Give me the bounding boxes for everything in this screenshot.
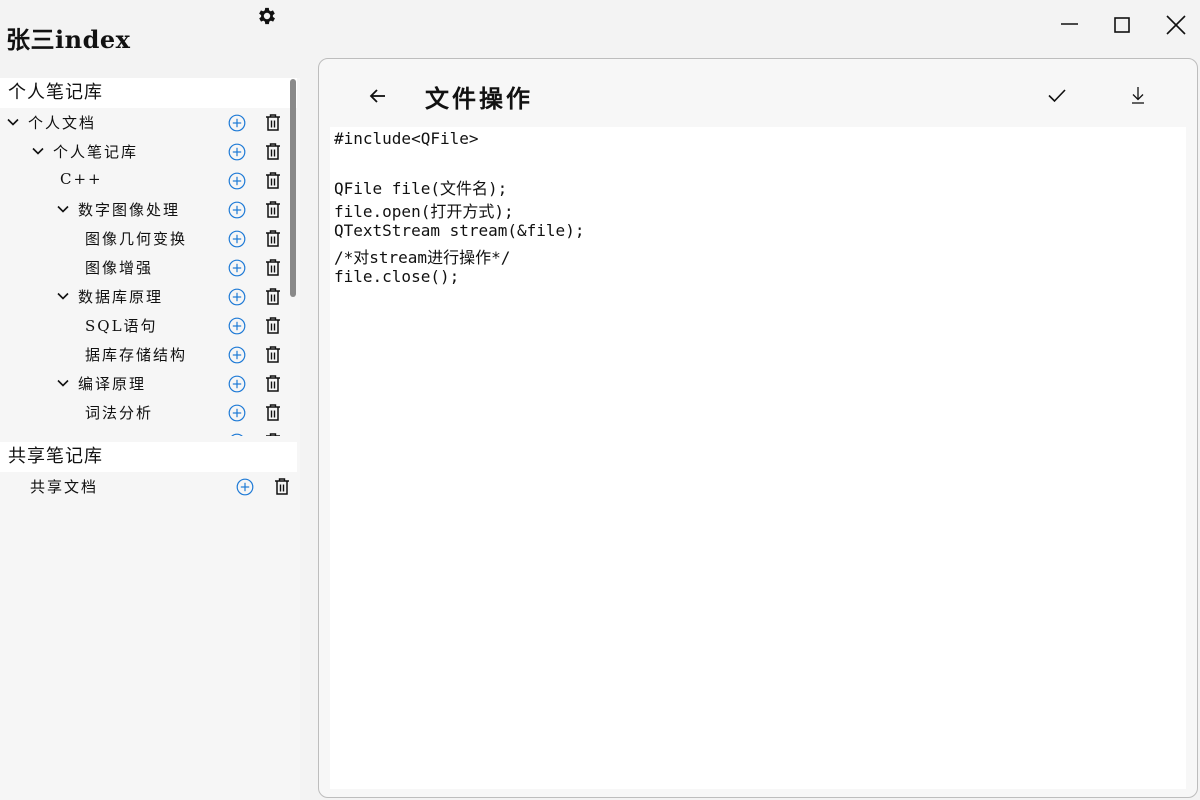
tree-item-shared-docs[interactable]: 共享文档 <box>0 472 300 502</box>
plus-circle-icon[interactable] <box>228 143 246 161</box>
tree-item[interactable]: 图像增强 <box>0 253 288 282</box>
trash-icon[interactable] <box>264 229 282 248</box>
code-line: file.open(打开方式); <box>334 202 514 221</box>
scrollbar-thumb[interactable] <box>290 79 296 297</box>
tree-item-label: 个人笔记库 <box>53 143 139 161</box>
code-line: QTextStream stream(&file); <box>334 221 585 240</box>
arrow-left-icon[interactable] <box>367 85 389 107</box>
tree-item[interactable]: 词法分析 <box>0 398 288 427</box>
minimize-icon[interactable] <box>1052 8 1088 42</box>
tree-item-label: 个人文档 <box>28 114 97 132</box>
tree-item-label: 图像几何变换 <box>85 230 188 248</box>
sidebar-scrollbar[interactable] <box>289 78 297 436</box>
trash-icon[interactable] <box>264 316 282 335</box>
chevron-down-icon[interactable] <box>56 202 70 216</box>
chevron-down-icon[interactable] <box>56 376 70 390</box>
tree-item-label: SQL语句 <box>85 317 158 335</box>
tree-item-partial[interactable] <box>0 427 288 436</box>
chevron-down-icon[interactable] <box>56 289 70 303</box>
plus-circle-icon[interactable] <box>228 201 246 219</box>
code-line: /*对stream进行操作*/ <box>334 248 511 267</box>
tree-item[interactable]: 据库存储结构 <box>0 340 288 369</box>
chevron-down-icon[interactable] <box>31 144 45 158</box>
plus-circle-icon[interactable] <box>228 404 246 422</box>
plus-circle-icon[interactable] <box>228 288 246 306</box>
trash-icon[interactable] <box>264 345 282 364</box>
personal-library-header[interactable]: 个人笔记库 <box>0 78 297 108</box>
tree-item[interactable]: 个人文档 <box>0 108 288 137</box>
app-window: 张三index 个人笔记库 个人文档 个人笔记库 C++ 数字图像处理 图像几何变换 图像… <box>0 0 1200 800</box>
code-line: QFile file(文件名); <box>334 179 508 198</box>
tree-item[interactable]: C++ <box>0 166 288 195</box>
tree-item-label: C++ <box>60 170 103 188</box>
plus-circle-icon[interactable] <box>228 433 246 436</box>
trash-icon[interactable] <box>264 113 282 132</box>
app-title: 张三index <box>6 25 131 54</box>
tree-item-label: 共享文档 <box>30 478 99 496</box>
plus-circle-icon[interactable] <box>228 346 246 364</box>
trash-icon[interactable] <box>264 258 282 277</box>
plus-circle-icon[interactable] <box>236 478 254 496</box>
tree-item[interactable]: 数字图像处理 <box>0 195 288 224</box>
plus-circle-icon[interactable] <box>228 317 246 335</box>
sidebar: 个人笔记库 个人文档 个人笔记库 C++ 数字图像处理 图像几何变换 图像增强 数据库原理 S… <box>0 78 300 800</box>
check-icon[interactable] <box>1045 83 1069 107</box>
plus-circle-icon[interactable] <box>228 230 246 248</box>
plus-circle-icon[interactable] <box>228 375 246 393</box>
tree-item-label: 据库存储结构 <box>85 346 188 364</box>
personal-tree: 个人文档个人笔记库 C++ 数字图像处理图像几何变换 图像增强数据库原理 SQL语句据库… <box>0 108 288 436</box>
gear-icon[interactable] <box>256 5 278 27</box>
tree-item[interactable]: 编译原理 <box>0 369 288 398</box>
shared-library-header[interactable]: 共享笔记库 <box>0 442 297 472</box>
document-title: 文件操作 <box>425 84 533 113</box>
maximize-icon[interactable] <box>1104 8 1140 42</box>
plus-circle-icon[interactable] <box>228 114 246 132</box>
editor-panel: 文件操作 #include<QFile> QFile file(文件名); file… <box>318 58 1198 798</box>
trash-icon[interactable] <box>264 432 282 436</box>
code-line: #include<QFile> <box>334 129 479 148</box>
tree-item-label: 数据库原理 <box>78 288 164 306</box>
tree-item[interactable]: 数据库原理 <box>0 282 288 311</box>
tree-item[interactable]: SQL语句 <box>0 311 288 340</box>
tree-item-label: 词法分析 <box>85 404 154 422</box>
tree-item-label: 编译原理 <box>78 375 147 393</box>
chevron-down-icon[interactable] <box>6 115 20 129</box>
code-editor[interactable]: #include<QFile> QFile file(文件名); file.open… <box>330 127 1186 789</box>
trash-icon[interactable] <box>264 171 282 190</box>
trash-icon[interactable] <box>264 374 282 393</box>
plus-circle-icon[interactable] <box>228 259 246 277</box>
download-icon[interactable] <box>1127 83 1149 107</box>
close-icon[interactable] <box>1158 8 1194 42</box>
code-line: file.close(); <box>334 267 460 286</box>
tree-item-label: 数字图像处理 <box>78 201 181 219</box>
trash-icon[interactable] <box>273 477 291 496</box>
plus-circle-icon[interactable] <box>228 172 246 190</box>
trash-icon[interactable] <box>264 142 282 161</box>
tree-item-label: 图像增强 <box>85 259 154 277</box>
trash-icon[interactable] <box>264 403 282 422</box>
tree-item[interactable]: 图像几何变换 <box>0 224 288 253</box>
tree-item[interactable]: 个人笔记库 <box>0 137 288 166</box>
trash-icon[interactable] <box>264 200 282 219</box>
trash-icon[interactable] <box>264 287 282 306</box>
